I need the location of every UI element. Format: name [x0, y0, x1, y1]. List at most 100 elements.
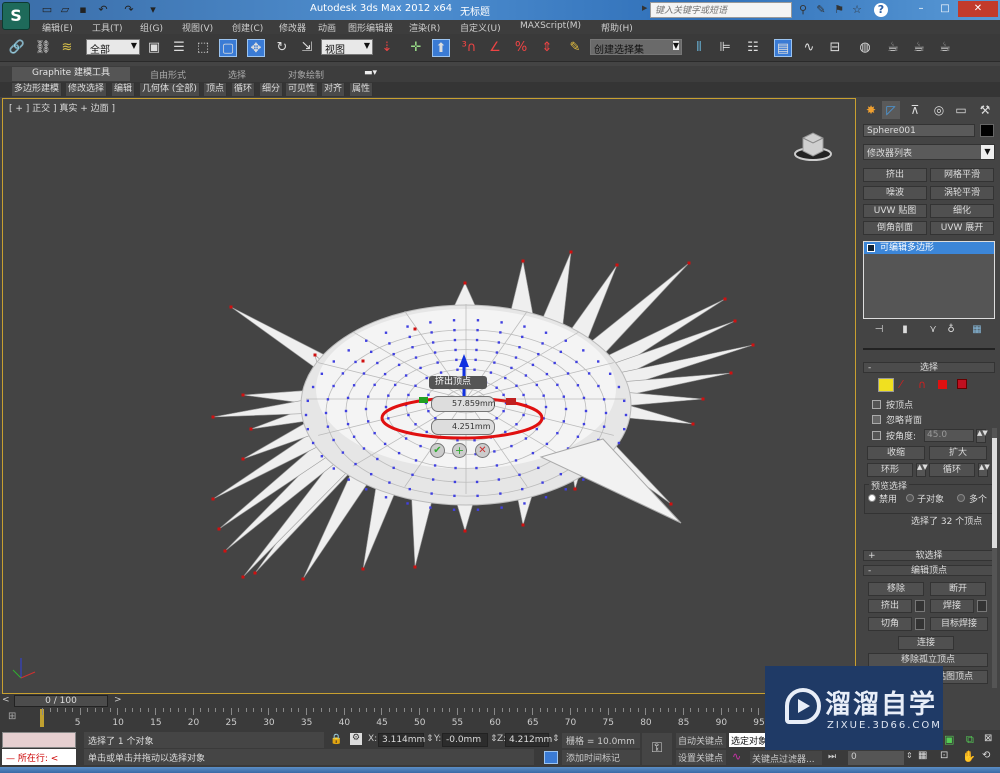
- hierarchy-tab-icon[interactable]: ⊼: [906, 101, 924, 119]
- angle-input[interactable]: 45.0: [924, 429, 974, 442]
- vertex[interactable]: [430, 492, 433, 495]
- vertex[interactable]: [454, 348, 457, 352]
- vertex-mode-icon[interactable]: [878, 378, 894, 392]
- menu-maxscript[interactable]: MAXScript(M): [520, 21, 581, 31]
- curve-editor-icon[interactable]: ∿: [800, 39, 818, 57]
- modifier-unwrap-uvw-button[interactable]: UVW 展开: [930, 221, 994, 235]
- vertex[interactable]: [369, 472, 373, 476]
- unlink-icon[interactable]: ⛓: [34, 39, 52, 57]
- vertex[interactable]: [476, 319, 480, 322]
- selected-vertex[interactable]: [229, 305, 233, 309]
- modifier-list-dropdown[interactable]: 修改器列表 ▼: [863, 144, 995, 160]
- vertex[interactable]: [414, 459, 418, 462]
- select-and-move-icon[interactable]: ✥: [247, 39, 265, 57]
- vertex[interactable]: [456, 368, 459, 371]
- expand-icon[interactable]: [867, 244, 875, 252]
- zoom-extents-all-icon[interactable]: ⧉: [966, 733, 974, 747]
- vertex[interactable]: [364, 407, 368, 411]
- caddy-ok-button[interactable]: ✔: [430, 443, 445, 458]
- vertex[interactable]: [495, 417, 498, 420]
- selected-vertex[interactable]: [691, 422, 695, 426]
- element-mode-icon[interactable]: [957, 379, 967, 389]
- vertex[interactable]: [387, 417, 390, 420]
- selected-vertex[interactable]: [413, 565, 417, 569]
- selected-vertex[interactable]: [723, 297, 727, 301]
- target-weld-button[interactable]: 目标焊接: [930, 617, 988, 631]
- modifier-uvw-map-button[interactable]: UVW 贴图: [863, 204, 927, 218]
- vertex[interactable]: [429, 321, 432, 324]
- stack-item-editable-poly[interactable]: 可编辑多边形: [864, 242, 994, 254]
- maxscript-line-field[interactable]: — 所在行: <: [2, 749, 76, 765]
- caddy-apply-button[interactable]: +: [452, 443, 467, 458]
- maximize-button[interactable]: □: [934, 1, 956, 17]
- utilities-tab-icon[interactable]: ⚒: [976, 101, 994, 119]
- vertex[interactable]: [522, 393, 525, 397]
- vertex[interactable]: [522, 413, 525, 417]
- new-file-icon[interactable]: ▭: [40, 3, 54, 17]
- selected-vertex[interactable]: [573, 487, 577, 491]
- modifier-tessellate-button[interactable]: 细化: [930, 204, 994, 218]
- bind-space-warp-icon[interactable]: ≋: [58, 39, 76, 57]
- create-tab-icon[interactable]: ✸: [862, 101, 880, 119]
- selected-vertex[interactable]: [361, 359, 365, 363]
- vertex[interactable]: [354, 462, 357, 466]
- pin-stack-icon[interactable]: ⊣: [872, 324, 886, 338]
- vertex[interactable]: [597, 384, 600, 388]
- selected-vertex[interactable]: [241, 457, 245, 461]
- vertex[interactable]: [535, 383, 539, 387]
- configure-modifier-sets-icon[interactable]: ▦: [970, 324, 984, 338]
- vertex[interactable]: [347, 478, 350, 481]
- vertex[interactable]: [388, 481, 391, 484]
- vertex[interactable]: [531, 451, 535, 455]
- vertex[interactable]: [427, 393, 430, 397]
- vertex[interactable]: [476, 328, 479, 332]
- customize-quick-access-icon[interactable]: ▾: [146, 3, 160, 17]
- vertex[interactable]: [510, 444, 513, 448]
- menu-rendering[interactable]: 渲染(R): [409, 21, 440, 34]
- vertex[interactable]: [587, 372, 591, 375]
- vertex[interactable]: [452, 508, 456, 511]
- vertex[interactable]: [584, 409, 588, 413]
- vertex[interactable]: [559, 472, 563, 476]
- ring-spinner[interactable]: ▲▼: [916, 463, 928, 477]
- selection-lock-icon[interactable]: 🔒: [330, 734, 342, 745]
- percent-snap-icon[interactable]: %: [512, 39, 530, 57]
- selected-vertex[interactable]: [701, 397, 705, 401]
- connect-button[interactable]: 连接: [898, 636, 954, 650]
- vertex[interactable]: [624, 413, 628, 417]
- vertex[interactable]: [406, 325, 409, 328]
- menu-group[interactable]: 组(G): [140, 21, 163, 34]
- vertex[interactable]: [332, 384, 335, 388]
- vertex[interactable]: [376, 361, 379, 365]
- vertex[interactable]: [537, 466, 540, 470]
- modifier-extrude-button[interactable]: 挤出: [863, 168, 927, 182]
- vertex[interactable]: [354, 360, 357, 364]
- selected-vertex[interactable]: [241, 575, 245, 579]
- selected-vertex[interactable]: [615, 263, 619, 267]
- vertex[interactable]: [411, 473, 414, 476]
- save-icon[interactable]: ▪: [76, 3, 90, 17]
- selected-vertex[interactable]: [521, 523, 525, 527]
- minimize-button[interactable]: –: [910, 1, 932, 17]
- selected-vertex[interactable]: [249, 427, 253, 431]
- vertex[interactable]: [427, 409, 430, 413]
- zoom-all-icon[interactable]: ▣: [944, 733, 954, 746]
- loop-button[interactable]: 循环: [929, 463, 975, 477]
- angle-spinner[interactable]: ▲▼: [976, 429, 988, 443]
- menu-views[interactable]: 视图(V): [182, 21, 213, 34]
- vertex[interactable]: [495, 351, 499, 354]
- vertex[interactable]: [365, 339, 368, 342]
- preview-disabled-radio[interactable]: [868, 494, 876, 502]
- vertex[interactable]: [582, 478, 585, 481]
- vertex[interactable]: [602, 425, 606, 428]
- tab-freeform[interactable]: 自由形式: [150, 68, 186, 81]
- by-vertex-checkbox[interactable]: [872, 400, 881, 409]
- remove-isolated-vertices-button[interactable]: 移除孤立顶点: [868, 653, 988, 667]
- vertex[interactable]: [388, 342, 391, 345]
- menu-modifiers[interactable]: 修改器: [279, 21, 306, 34]
- modify-tab-icon[interactable]: ◸: [882, 101, 900, 119]
- vertex[interactable]: [531, 363, 535, 367]
- vertex[interactable]: [453, 494, 456, 498]
- vertex[interactable]: [326, 425, 330, 428]
- vertex[interactable]: [495, 464, 499, 467]
